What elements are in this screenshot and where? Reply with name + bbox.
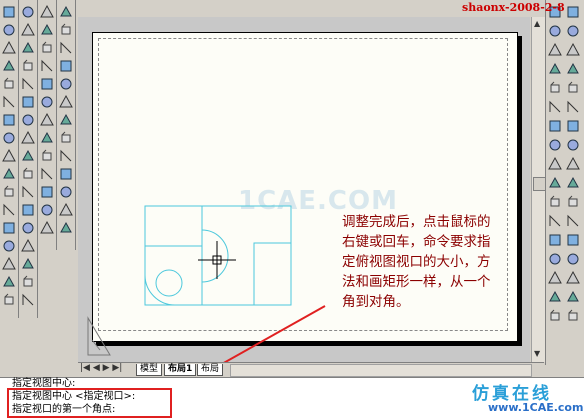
right-draw-tool-icon[interactable]	[547, 61, 563, 77]
author-watermark: shaonx-2008-2-8	[462, 1, 565, 14]
right-draw-tool-icon[interactable]	[547, 23, 563, 39]
vertical-scrollbar[interactable]: ▲ ▼	[531, 17, 546, 362]
right-modify-tool-icon[interactable]	[565, 175, 581, 191]
right-draw-tool-icon[interactable]	[547, 137, 563, 153]
right-modify-tool-icon[interactable]	[565, 251, 581, 267]
crosshair-cursor	[198, 241, 236, 279]
drawing-overlay	[87, 205, 326, 396]
right-draw-tool-icon[interactable]	[547, 80, 563, 96]
right-modify-tool-icon[interactable]	[565, 118, 581, 134]
brand-url: www.1CAE.com	[488, 401, 584, 414]
right-modify-tool-icon[interactable]	[565, 213, 581, 229]
right-modify-tool-icon[interactable]	[565, 23, 581, 39]
right-modify-tool-icon[interactable]	[565, 308, 581, 324]
right-draw-tool-icon[interactable]	[547, 42, 563, 58]
right-draw-tool-icon[interactable]	[547, 251, 563, 267]
right-modify-tool-icon[interactable]	[565, 156, 581, 172]
right-modify-tool-icon[interactable]	[565, 99, 581, 115]
tab-model[interactable]: 模型	[136, 364, 163, 376]
command-highlight-box	[7, 388, 172, 418]
tab-nav-arrows-icon[interactable]: |◀ ◀ ▶ ▶|	[80, 363, 122, 373]
right-draw-tool-icon[interactable]	[547, 270, 563, 286]
right-modify-tool-icon[interactable]	[565, 4, 581, 20]
right-modify-tool-icon[interactable]	[565, 194, 581, 210]
right-draw-tool-icon[interactable]	[547, 289, 563, 305]
right-modify-tool-icon[interactable]	[565, 232, 581, 248]
right-draw-tool-icon[interactable]	[547, 308, 563, 324]
right-draw-tool-icon[interactable]	[547, 194, 563, 210]
horizontal-scrollbar[interactable]	[230, 364, 532, 377]
right-draw-tool-icon[interactable]	[547, 175, 563, 191]
ucs-icon	[87, 316, 111, 356]
scroll-up-arrow-icon[interactable]: ▲	[534, 19, 540, 28]
tab-layout1[interactable]: 布局1	[164, 364, 197, 376]
right-modify-tool-icon[interactable]	[565, 270, 581, 286]
right-draw-tool-icon[interactable]	[547, 232, 563, 248]
scroll-down-arrow-icon[interactable]: ▼	[534, 349, 540, 358]
annotation-text: 调整完成后，点击鼠标的右键或回车，命令要求指定俯视图视口的大小，方法和画矩形一样…	[342, 214, 491, 310]
right-draw-tool-icon[interactable]	[547, 213, 563, 229]
right-draw-tool-icon[interactable]	[547, 118, 563, 134]
right-modify-tool-icon[interactable]	[565, 289, 581, 305]
right-modify-tool-icon[interactable]	[565, 137, 581, 153]
right-draw-tool-icon[interactable]	[547, 99, 563, 115]
right-modify-tool-icon[interactable]	[565, 42, 581, 58]
right-modify-tool-icon[interactable]	[565, 61, 581, 77]
tab-layout2[interactable]: 布局	[197, 364, 224, 376]
right-draw-tool-icon[interactable]	[547, 156, 563, 172]
right-modify-tool-icon[interactable]	[565, 80, 581, 96]
